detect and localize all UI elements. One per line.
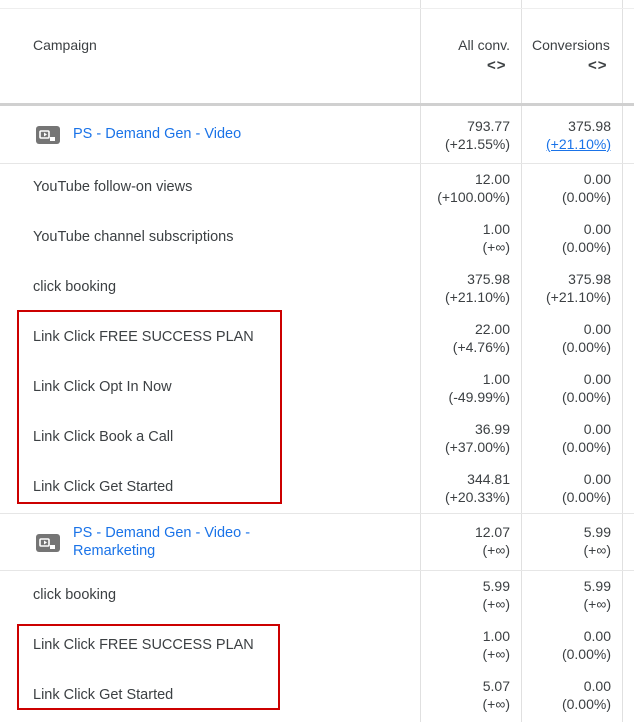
all-conv-value: 5.07: [482, 678, 510, 694]
conversions-cell: 375.98 (+21.10%): [546, 270, 611, 306]
conversion-table: Campaign All conv. <> Conversions <> PS …: [0, 0, 634, 722]
conversions-value: 375.98: [568, 118, 611, 134]
column-header-campaign[interactable]: Campaign: [33, 37, 97, 53]
conversions-cell: 0.00 (0.00%): [562, 320, 611, 356]
conversions-change: (0.00%): [561, 696, 611, 712]
conversions-cell: 0.00 (0.00%): [562, 677, 611, 713]
conversions-cell: 0.00 (0.00%): [562, 370, 611, 406]
conversions-cell: 5.99 (+∞): [584, 577, 611, 613]
all-conv-value: 1.00: [482, 221, 510, 237]
all-conv-value: 1.00: [482, 628, 510, 644]
conversions-cell: 5.99 (+∞): [584, 523, 611, 559]
video-campaign-icon: [36, 126, 60, 144]
conversions-value: 0.00: [583, 321, 611, 337]
conversions-cell: 0.00 (0.00%): [562, 470, 611, 506]
highlight-box: [17, 310, 282, 504]
conversions-change: (0.00%): [561, 239, 611, 255]
table-row: YouTube follow-on views 12.00 (+100.00%)…: [0, 163, 634, 213]
conversion-action-name: click booking: [33, 587, 117, 603]
highlight-box: [17, 624, 280, 710]
conversions-cell: 0.00 (0.00%): [562, 170, 611, 206]
conversions-change-link[interactable]: (+21.10%): [546, 135, 611, 153]
all-conv-cell: 793.77 (+21.55%): [445, 117, 510, 153]
conversions-change: (0.00%): [561, 646, 611, 662]
conversions-value: 0.00: [583, 171, 611, 187]
all-conv-change: (+21.10%): [445, 289, 510, 305]
conversions-change: (0.00%): [561, 339, 611, 355]
conversions-cell: 0.00 (0.00%): [562, 627, 611, 663]
all-conv-value: 1.00: [482, 371, 510, 387]
all-conv-cell: 22.00 (+4.76%): [453, 320, 510, 356]
table-row-campaign: PS - Demand Gen - Video 793.77 (+21.55%)…: [0, 106, 634, 163]
table-row: click booking 5.99 (+∞) 5.99 (+∞): [0, 571, 634, 621]
all-conv-cell: 1.00 (-49.99%): [449, 370, 510, 406]
top-border: [0, 8, 634, 9]
conversions-value: 0.00: [583, 421, 611, 437]
conversions-value: 5.99: [583, 524, 611, 540]
conversions-value: 375.98: [568, 271, 611, 287]
all-conv-cell: 1.00 (+∞): [483, 627, 510, 663]
conversions-change: (0.00%): [561, 439, 611, 455]
all-conv-change: (+4.76%): [452, 339, 510, 355]
all-conv-value: 375.98: [467, 271, 510, 287]
video-campaign-icon: [36, 534, 60, 552]
conversions-value: 0.00: [583, 471, 611, 487]
conversion-action-name: YouTube follow-on views: [33, 179, 193, 195]
all-conv-value: 22.00: [474, 321, 510, 337]
conversion-action-name: click booking: [33, 279, 117, 295]
all-conv-value: 5.99: [482, 578, 510, 594]
all-conv-change: (-49.99%): [448, 389, 510, 405]
all-conv-change: (+∞): [482, 542, 510, 558]
conversions-cell: 0.00 (0.00%): [562, 420, 611, 456]
campaign-link[interactable]: PS - Demand Gen - Video: [73, 125, 273, 143]
conversions-value: 0.00: [583, 678, 611, 694]
campaign-name-line[interactable]: Remarketing: [73, 543, 155, 559]
conversions-value: 0.00: [583, 628, 611, 644]
conversions-value: 0.00: [583, 221, 611, 237]
all-conv-change: (+37.00%): [445, 439, 510, 455]
conversions-cell: 0.00 (0.00%): [562, 220, 611, 256]
conversions-change: (+21.10%): [546, 289, 611, 305]
conversion-action-name: YouTube channel subscriptions: [33, 229, 234, 245]
all-conv-change: (+21.55%): [445, 136, 510, 152]
conversions-value: 5.99: [583, 578, 611, 594]
table-row: click booking 375.98 (+21.10%) 375.98 (+…: [0, 263, 634, 313]
all-conv-cell: 36.99 (+37.00%): [445, 420, 510, 456]
sort-icon[interactable]: <>: [487, 57, 507, 74]
all-conv-change: (+∞): [482, 696, 510, 712]
conversions-change: (+∞): [583, 596, 611, 612]
table-row-campaign: PS - Demand Gen - Video - Remarketing 12…: [0, 514, 634, 570]
all-conv-cell: 12.07 (+∞): [475, 523, 510, 559]
campaign-link[interactable]: PS - Demand Gen - Video - Remarketing: [73, 524, 273, 560]
all-conv-value: 12.00: [474, 171, 510, 187]
campaign-name-line[interactable]: PS - Demand Gen - Video -: [73, 525, 250, 541]
all-conv-cell: 344.81 (+20.33%): [445, 470, 510, 506]
sort-icon[interactable]: <>: [588, 57, 608, 74]
all-conv-change: (+∞): [482, 239, 510, 255]
all-conv-cell: 5.99 (+∞): [483, 577, 510, 613]
table-row: YouTube channel subscriptions 1.00 (+∞) …: [0, 213, 634, 263]
all-conv-change: (+20.33%): [445, 489, 510, 505]
all-conv-value: 344.81: [467, 471, 510, 487]
conversions-change: (0.00%): [561, 489, 611, 505]
all-conv-cell: 1.00 (+∞): [483, 220, 510, 256]
all-conv-value: 793.77: [467, 118, 510, 134]
all-conv-value: 36.99: [474, 421, 510, 437]
all-conv-change: (+∞): [482, 646, 510, 662]
column-header-all-conv[interactable]: All conv.: [458, 37, 510, 53]
conversions-change: (0.00%): [561, 389, 611, 405]
all-conv-change: (+∞): [482, 596, 510, 612]
all-conv-value: 12.07: [474, 524, 510, 540]
conversions-change: (0.00%): [561, 189, 611, 205]
all-conv-cell: 5.07 (+∞): [483, 677, 510, 713]
column-header-conversions[interactable]: Conversions: [532, 37, 634, 53]
all-conv-change: (+100.00%): [437, 189, 510, 205]
conversions-value: 0.00: [583, 371, 611, 387]
conversions-cell: 375.98 (+21.10%): [546, 117, 611, 153]
all-conv-cell: 375.98 (+21.10%): [445, 270, 510, 306]
conversions-change: (+∞): [583, 542, 611, 558]
all-conv-cell: 12.00 (+100.00%): [437, 170, 510, 206]
